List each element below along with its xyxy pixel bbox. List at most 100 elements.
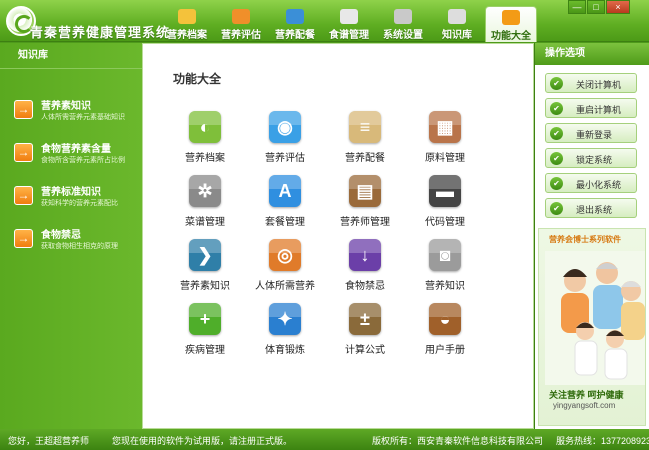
meal-icon <box>286 9 304 24</box>
sidebar-item-0[interactable]: → 营养素知识 人体所需营养元素基础知识 <box>12 96 142 134</box>
minimize-button[interactable]: — <box>568 0 586 14</box>
gear-icon: ✲ <box>189 175 221 207</box>
operation-button-4[interactable]: ✔ 最小化系统 <box>545 173 637 193</box>
top-nav: 营养档案 营养评估 营养配餐 食谱管理 系统设置 知识库 功能大全 <box>160 6 538 42</box>
trial-notice: 您现在使用的软件为试用版，请注册正式版。 <box>112 436 293 446</box>
download-icon: ↓ <box>349 239 381 271</box>
sun-icon <box>502 10 520 25</box>
app-tile-12[interactable]: + 疾病管理 <box>165 303 245 367</box>
maximize-button[interactable]: □ <box>587 0 605 14</box>
app-tile-label: 营养师管理 <box>340 217 390 228</box>
close-button[interactable]: × <box>606 0 630 14</box>
monitor-icon <box>448 9 466 24</box>
ipod-icon: ◎ <box>269 239 301 271</box>
operation-button-3[interactable]: ✔ 锁定系统 <box>545 148 637 168</box>
notepad-icon: ≡ <box>349 111 381 143</box>
app-tile-10[interactable]: ↓ 食物禁忌 <box>325 239 405 303</box>
plus-icon: + <box>189 303 221 335</box>
hotline-text: 服务热线：13772089237 <box>556 436 649 446</box>
contacts-book-icon: ▤ <box>349 175 381 207</box>
operation-button-5[interactable]: ✔ 退出系统 <box>545 198 637 218</box>
operations-title: 操作选项 <box>535 43 649 65</box>
nav-tab-2[interactable]: 营养配餐 <box>268 6 322 42</box>
app-tile-label: 营养评估 <box>265 153 305 164</box>
nav-tab-4[interactable]: 系统设置 <box>376 6 430 42</box>
app-tile-1[interactable]: ◉ 营养评估 <box>245 111 325 175</box>
photo-board-icon: ▦ <box>429 111 461 143</box>
app-tile-label: 营养配餐 <box>345 153 385 164</box>
check-icon: ✔ <box>550 102 563 115</box>
chat-bubble-icon: ◐ <box>189 111 221 143</box>
app-tile-2[interactable]: ≡ 营养配餐 <box>325 111 405 175</box>
owl-icon: ◉ <box>269 111 301 143</box>
nav-tab-label: 营养档案 <box>167 30 207 41</box>
calculator-icon: ± <box>349 303 381 335</box>
app-tile-15[interactable]: ◒ 用户手册 <box>405 303 485 367</box>
operation-label: 关闭计算机 <box>576 80 622 90</box>
check-icon: ✔ <box>550 152 563 165</box>
arrow-right-icon: → <box>14 100 33 119</box>
app-tile-label: 营养素知识 <box>180 281 230 292</box>
app-tile-label: 代码管理 <box>425 217 465 228</box>
sidebar-item-1[interactable]: → 食物营养素含量 食物所含营养元素所占比例 <box>12 139 142 177</box>
nav-tab-label: 知识库 <box>442 30 472 41</box>
nav-tab-3[interactable]: 食谱管理 <box>322 6 376 42</box>
nav-tab-1[interactable]: 营养评估 <box>214 6 268 42</box>
operation-label: 重启计算机 <box>576 105 622 115</box>
app-tile-0[interactable]: ◐ 营养档案 <box>165 111 245 175</box>
nav-tab-0[interactable]: 营养档案 <box>160 6 214 42</box>
app-tile-5[interactable]: A 套餐管理 <box>245 175 325 239</box>
operation-label: 退出系统 <box>576 205 613 215</box>
nav-tab-5[interactable]: 知识库 <box>430 6 484 42</box>
app-grid: ◐ 营养档案 ◉ 营养评估 ≡ 营养配餐 ▦ 原料管理 ✲ 菜谱管理 A 套餐管理 ▤ 营养师管理 ▬ 代码管… <box>165 111 505 367</box>
safe-icon: ◙ <box>429 239 461 271</box>
app-tile-9[interactable]: ◎ 人体所需营养 <box>245 239 325 303</box>
app-tile-4[interactable]: ✲ 菜谱管理 <box>165 175 245 239</box>
app-tile-label: 套餐管理 <box>265 217 305 228</box>
app-tile-label: 营养档案 <box>185 153 225 164</box>
app-tile-7[interactable]: ▬ 代码管理 <box>405 175 485 239</box>
check-icon: ✔ <box>550 177 563 190</box>
operations-panel: 操作选项 ✔ 关闭计算机 ✔ 重启计算机 ✔ 重新登录 ✔ 锁定系统 ✔ 最小化系统 ✔ 退出系统 营… <box>534 43 649 429</box>
operation-button-1[interactable]: ✔ 重启计算机 <box>545 98 637 118</box>
status-bar: 您好，王超超营养师 您现在使用的软件为试用版，请注册正式版。 版权所有：西安青秦… <box>0 429 649 450</box>
app-tile-3[interactable]: ▦ 原料管理 <box>405 111 485 175</box>
sidebar-item-subtitle: 人体所需营养元素基础知识 <box>41 114 125 121</box>
bag-icon: ◒ <box>429 303 461 335</box>
operation-button-0[interactable]: ✔ 关闭计算机 <box>545 73 637 93</box>
sidebar-item-3[interactable]: → 食物禁忌 获取食物相生相克的原理 <box>12 225 142 263</box>
sidebar-item-2[interactable]: → 营养标准知识 获知科学的营养元素配比 <box>12 182 142 220</box>
app-tile-label: 计算公式 <box>345 345 385 356</box>
nav-tab-6[interactable]: 功能大全 <box>485 6 537 42</box>
promo-title: 营养会博士系列软件 <box>549 235 621 244</box>
copyright-text: 版权所有：西安青秦软件信息科技有限公司 <box>372 436 544 446</box>
arrow-right-icon: → <box>14 229 33 248</box>
nav-tab-label: 系统设置 <box>383 30 423 41</box>
title-bar: 青秦营养健康管理系统 营养档案 营养评估 营养配餐 食谱管理 系统设置 知识库 功能大全 —… <box>0 0 649 42</box>
operation-button-2[interactable]: ✔ 重新登录 <box>545 123 637 143</box>
app-tile-label: 菜谱管理 <box>185 217 225 228</box>
app-tile-label: 原料管理 <box>425 153 465 164</box>
app-tile-13[interactable]: ✦ 体育锻炼 <box>245 303 325 367</box>
app-tile-11[interactable]: ◙ 营养知识 <box>405 239 485 303</box>
app-tile-14[interactable]: ± 计算公式 <box>325 303 405 367</box>
gear-icon <box>394 9 412 24</box>
promo-banner: 营养会博士系列软件 关注营养 呵护健康 yingyangsoft.com <box>538 228 646 426</box>
nav-tab-label: 营养配餐 <box>275 30 315 41</box>
sidebar-item-subtitle: 获取食物相生相克的原理 <box>41 243 118 250</box>
family-photo <box>545 251 645 385</box>
app-tile-8[interactable]: ❯ 营养素知识 <box>165 239 245 303</box>
sidebar-item-subtitle: 食物所含营养元素所占比例 <box>41 157 125 164</box>
app-tile-label: 人体所需营养 <box>255 281 315 292</box>
promo-slogan: 关注营养 呵护健康 <box>549 390 624 400</box>
function-panel: 功能大全 ◐ 营养档案 ◉ 营养评估 ≡ 营养配餐 ▦ 原料管理 ✲ 菜谱管理 A 套餐管理 ▤ 营养师管… <box>142 43 534 429</box>
nav-tab-label: 功能大全 <box>491 31 531 42</box>
app-tile-label: 体育锻炼 <box>265 345 305 356</box>
bird-icon: ❯ <box>189 239 221 271</box>
app-tile-label: 食物禁忌 <box>345 281 385 292</box>
sidebar-title: 知识库 <box>0 43 142 69</box>
nav-tab-label: 食谱管理 <box>329 30 369 41</box>
app-tile-6[interactable]: ▤ 营养师管理 <box>325 175 405 239</box>
operation-label: 重新登录 <box>576 130 613 140</box>
app-tile-label: 营养知识 <box>425 281 465 292</box>
